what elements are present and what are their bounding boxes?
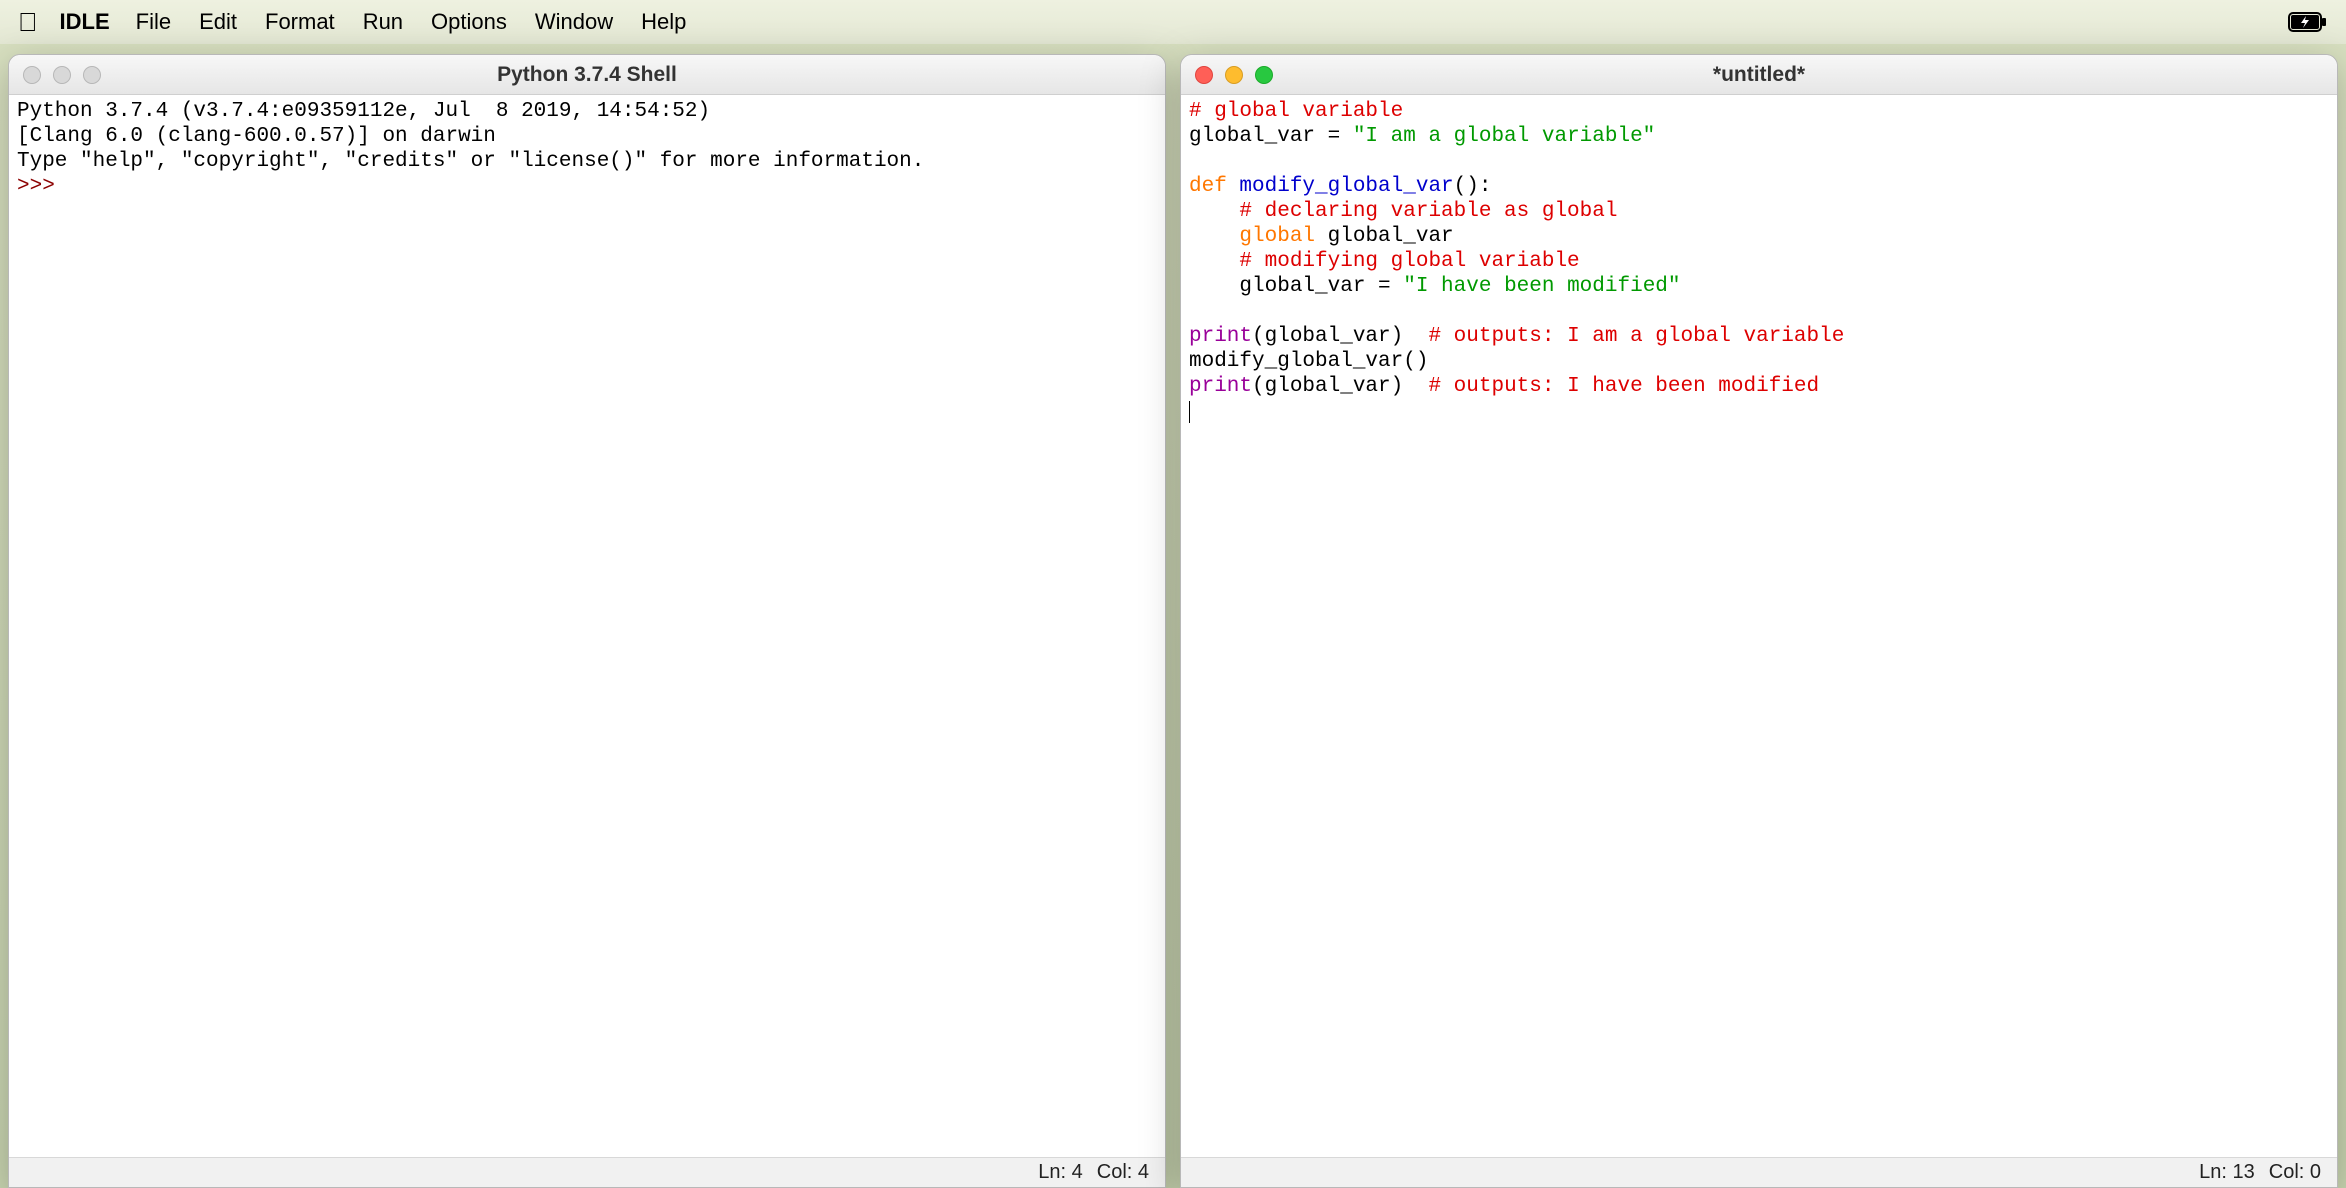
apple-logo-icon[interactable]:  <box>18 7 38 38</box>
editor-traffic-lights <box>1195 66 1273 84</box>
editor-status-line: Ln: 13 <box>2199 1161 2255 1184</box>
code-line: global_var = <box>1189 125 1353 148</box>
shell-titlebar[interactable]: Python 3.7.4 Shell <box>9 55 1165 95</box>
menu-options[interactable]: Options <box>431 9 507 35</box>
code-line: modify_global_var() <box>1189 350 1428 373</box>
text-cursor-icon <box>1189 401 1190 423</box>
code-funcname: modify_global_var <box>1227 175 1454 198</box>
shell-banner-line3: Type "help", "copyright", "credits" or "… <box>17 150 924 173</box>
shell-banner-line1: Python 3.7.4 (v3.7.4:e09359112e, Jul 8 2… <box>17 100 723 123</box>
code-line: # global variable <box>1189 100 1403 123</box>
zoom-icon[interactable] <box>83 66 101 84</box>
editor-window: *untitled* # global variable global_var … <box>1180 54 2338 1188</box>
shell-status-col: Col: 4 <box>1097 1161 1149 1184</box>
shell-text-area[interactable]: Python 3.7.4 (v3.7.4:e09359112e, Jul 8 2… <box>9 95 1165 1157</box>
code-line: global_var = <box>1189 275 1403 298</box>
zoom-icon[interactable] <box>1255 66 1273 84</box>
close-icon[interactable] <box>1195 66 1213 84</box>
editor-status-col: Col: 0 <box>2269 1161 2321 1184</box>
macos-menubar:  IDLE File Edit Format Run Options Wind… <box>0 0 2346 44</box>
shell-banner-line2: [Clang 6.0 (clang-600.0.57)] on darwin <box>17 125 496 148</box>
shell-prompt: >>> <box>17 175 67 198</box>
code-line: # declaring variable as global <box>1189 200 1617 223</box>
code-builtin: print <box>1189 375 1252 398</box>
menu-run[interactable]: Run <box>363 9 403 35</box>
code-keyword: global <box>1189 225 1315 248</box>
desktop-area: Python 3.7.4 Shell Python 3.7.4 (v3.7.4:… <box>0 44 2346 1188</box>
editor-titlebar[interactable]: *untitled* <box>1181 55 2337 95</box>
menubar-app-name[interactable]: IDLE <box>60 9 110 35</box>
battery-charging-icon[interactable] <box>2288 12 2328 32</box>
code-comment: # outputs: I have been modified <box>1428 375 1819 398</box>
editor-window-title: *untitled* <box>1181 63 2337 87</box>
code-line: (global_var) <box>1252 375 1428 398</box>
shell-window: Python 3.7.4 Shell Python 3.7.4 (v3.7.4:… <box>8 54 1166 1188</box>
menu-help[interactable]: Help <box>641 9 686 35</box>
shell-statusbar: Ln: 4 Col: 4 <box>9 1157 1165 1187</box>
shell-traffic-lights <box>23 66 101 84</box>
menubar-left:  IDLE File Edit Format Run Options Wind… <box>18 7 714 38</box>
menu-edit[interactable]: Edit <box>199 9 237 35</box>
close-icon[interactable] <box>23 66 41 84</box>
code-comment: # outputs: I am a global variable <box>1428 325 1844 348</box>
shell-window-title: Python 3.7.4 Shell <box>9 63 1165 87</box>
code-line: # modifying global variable <box>1189 250 1580 273</box>
code-line: (): <box>1454 175 1492 198</box>
code-string: "I have been modified" <box>1403 275 1680 298</box>
code-string: "I am a global variable" <box>1353 125 1655 148</box>
code-keyword: def <box>1189 175 1227 198</box>
minimize-icon[interactable] <box>1225 66 1243 84</box>
shell-status-line: Ln: 4 <box>1038 1161 1082 1184</box>
editor-text-area[interactable]: # global variable global_var = "I am a g… <box>1181 95 2337 1157</box>
minimize-icon[interactable] <box>53 66 71 84</box>
code-line: (global_var) <box>1252 325 1428 348</box>
menu-window[interactable]: Window <box>535 9 613 35</box>
menu-file[interactable]: File <box>136 9 171 35</box>
code-builtin: print <box>1189 325 1252 348</box>
editor-statusbar: Ln: 13 Col: 0 <box>1181 1157 2337 1187</box>
menu-format[interactable]: Format <box>265 9 335 35</box>
code-line: global_var <box>1315 225 1454 248</box>
